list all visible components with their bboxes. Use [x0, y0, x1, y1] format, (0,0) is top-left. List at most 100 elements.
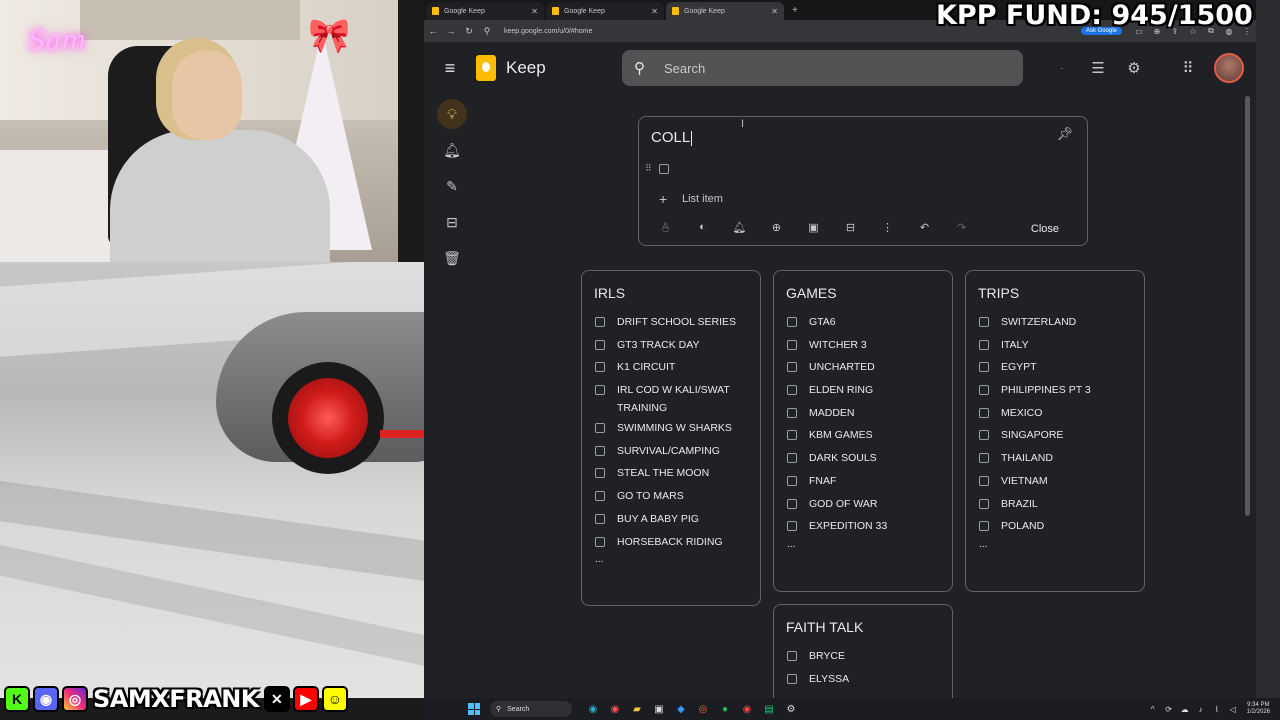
tab-close-icon[interactable]: ✕ — [531, 7, 538, 16]
checkbox[interactable] — [787, 498, 797, 509]
sidebar-item-archive[interactable]: ⊟ — [424, 204, 480, 240]
network-icon[interactable]: ⌇ — [1209, 705, 1225, 714]
list-item-checkbox[interactable] — [659, 164, 669, 174]
checkbox[interactable] — [979, 317, 989, 327]
tray-chevron-icon[interactable]: ^ — [1145, 705, 1161, 714]
checkbox[interactable] — [787, 673, 797, 684]
chrome-icon[interactable]: ◉ — [604, 704, 626, 715]
browser-tab-active[interactable]: Google Keep ✕ — [666, 2, 784, 20]
plus-icon[interactable]: + — [659, 191, 667, 207]
tab-close-icon[interactable]: ✕ — [651, 7, 658, 16]
windows-start-icon[interactable] — [468, 703, 480, 715]
checkbox[interactable] — [787, 317, 797, 327]
checkbox[interactable] — [595, 317, 605, 327]
add-list-item[interactable]: List item — [682, 193, 723, 205]
redo-icon[interactable]: ↷ — [943, 221, 980, 234]
chrome-alt-icon[interactable]: ◉ — [736, 704, 758, 715]
avatar[interactable] — [1214, 53, 1244, 83]
checkbox[interactable] — [787, 475, 797, 486]
text-format-icon[interactable]: A̲ — [647, 221, 684, 234]
note-card-irls[interactable]: IRLS DRIFT SCHOOL SERIES GT3 TRACK DAY K… — [581, 270, 761, 606]
collaborator-icon[interactable]: ⊕ — [758, 221, 795, 234]
edge-icon[interactable]: ◉ — [582, 704, 604, 715]
forward-icon[interactable]: → — [442, 26, 460, 36]
xbox-icon[interactable]: ▤ — [758, 704, 780, 715]
checkbox[interactable] — [787, 430, 797, 441]
checkbox[interactable] — [595, 468, 605, 479]
tray-cloud-icon[interactable]: ☁ — [1177, 705, 1193, 714]
microphone-icon[interactable]: ♪ — [1193, 705, 1209, 714]
pin-icon[interactable]: 📌︎ — [1056, 126, 1073, 142]
checkbox[interactable] — [979, 385, 989, 396]
reload-icon[interactable]: ↻ — [460, 26, 478, 37]
google-apps-icon[interactable]: ⠿ — [1170, 59, 1206, 77]
sidebar-item-trash[interactable]: 🗑︎ — [424, 240, 480, 276]
note-title-input[interactable]: COLL — [651, 129, 692, 146]
checkbox[interactable] — [979, 453, 989, 464]
page-scrollbar[interactable] — [1245, 96, 1250, 516]
checkbox[interactable] — [595, 491, 605, 502]
list-item: GO TO MARS — [595, 489, 760, 512]
drag-handle-icon[interactable]: ⠿ — [645, 163, 652, 174]
search-bar[interactable]: ⚲ — [622, 50, 1023, 86]
refresh-loading-icon[interactable]: · — [1044, 64, 1080, 73]
checkbox[interactable] — [595, 385, 605, 396]
new-tab-icon[interactable]: + — [792, 2, 798, 20]
checkbox[interactable] — [595, 339, 605, 350]
checkbox[interactable] — [787, 407, 797, 418]
site-info-icon[interactable]: ⚲ — [478, 26, 496, 37]
add-image-icon[interactable]: ▣ — [795, 221, 832, 234]
sidebar-item-reminders[interactable]: 🔔︎ — [424, 132, 480, 168]
checkbox[interactable] — [595, 362, 605, 373]
settings-gear-icon[interactable]: ⚙ — [1116, 59, 1152, 77]
tray-app-icon[interactable]: ⟳ — [1161, 705, 1177, 714]
checkbox[interactable] — [979, 339, 989, 350]
checkbox[interactable] — [595, 445, 605, 456]
checkbox[interactable] — [787, 385, 797, 396]
remind-me-icon[interactable]: 🔔︎ — [721, 221, 758, 234]
list-view-icon[interactable]: ☰ — [1080, 59, 1116, 77]
settings-icon[interactable]: ⚙ — [780, 704, 802, 715]
checkbox[interactable] — [787, 651, 797, 661]
checkbox[interactable] — [787, 453, 797, 464]
more-options-icon[interactable]: ⋮ — [869, 221, 906, 234]
vscode-icon[interactable]: ◆ — [670, 704, 692, 715]
checkbox[interactable] — [979, 521, 989, 532]
back-icon[interactable]: ← — [424, 26, 442, 36]
store-icon[interactable]: ▣ — [648, 704, 670, 715]
checkbox[interactable] — [979, 430, 989, 441]
search-input[interactable] — [664, 60, 964, 76]
main-menu-icon[interactable]: ≡ — [424, 58, 476, 79]
note-card-trips[interactable]: TRIPS SWITZERLAND ITALY EGYPT PHILIPPINE… — [965, 270, 1145, 592]
checkbox[interactable] — [979, 475, 989, 486]
taskbar-search[interactable]: ⚲ Search — [490, 701, 572, 717]
app-title[interactable]: Keep — [506, 58, 622, 78]
browser-tab[interactable]: Google Keep ✕ — [426, 2, 544, 20]
checkbox[interactable] — [979, 362, 989, 373]
sidebar-item-edit-labels[interactable]: ✎ — [424, 168, 480, 204]
undo-icon[interactable]: ↶ — [906, 221, 943, 234]
checkbox[interactable] — [787, 362, 797, 373]
tab-close-icon[interactable]: ✕ — [771, 7, 778, 16]
browser-tab[interactable]: Google Keep ✕ — [546, 2, 664, 20]
archive-icon[interactable]: ⊟ — [832, 221, 869, 234]
note-card-games[interactable]: GAMES GTA6 WITCHER 3 UNCHARTED ELDEN RIN… — [773, 270, 953, 592]
close-button[interactable]: Close — [1031, 223, 1059, 235]
taskbar-clock[interactable]: 9:34 PM 1/2/2026 — [1247, 702, 1270, 716]
checkbox[interactable] — [979, 498, 989, 509]
checkbox[interactable] — [595, 513, 605, 524]
obs-icon[interactable]: ◎ — [692, 704, 714, 715]
sidebar-item-notes[interactable]: 💡︎ — [424, 96, 480, 132]
keep-logo-icon[interactable] — [476, 55, 496, 81]
file-explorer-icon[interactable]: ▰ — [626, 704, 648, 715]
note-card-faith-talk[interactable]: FAITH TALK BRYCE ELYSSA — [773, 604, 953, 698]
palette-icon[interactable]: ◐ — [684, 221, 721, 234]
volume-icon[interactable]: ◁ — [1225, 705, 1241, 714]
spotify-icon[interactable]: ● — [714, 704, 736, 715]
checkbox[interactable] — [787, 339, 797, 350]
checkbox[interactable] — [787, 521, 797, 532]
checkbox[interactable] — [595, 423, 605, 434]
search-icon[interactable]: ⚲ — [634, 59, 652, 77]
checkbox[interactable] — [595, 536, 605, 547]
checkbox[interactable] — [979, 407, 989, 418]
